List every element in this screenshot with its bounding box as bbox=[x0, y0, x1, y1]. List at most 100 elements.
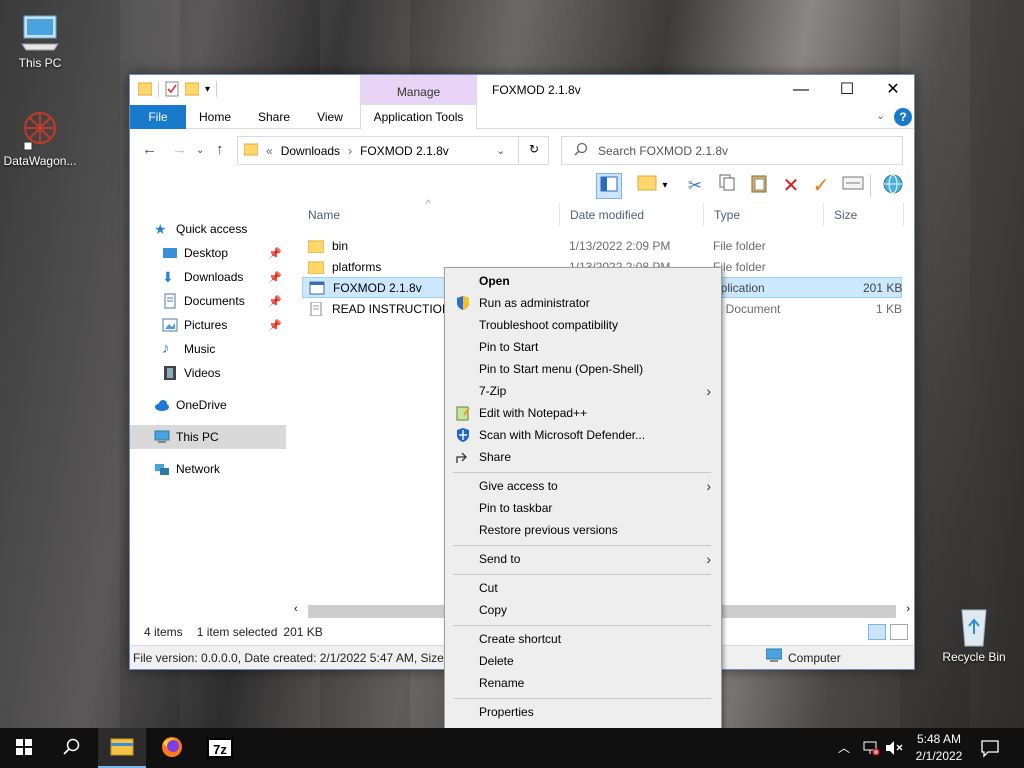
nav-onedrive[interactable]: OneDrive bbox=[130, 393, 286, 417]
clock[interactable]: 5:48 AM 2/1/2022 bbox=[908, 731, 970, 765]
file-row-bin[interactable]: bin 1/13/2022 2:09 PM File folder bbox=[302, 235, 902, 256]
nav-network[interactable]: Network bbox=[130, 457, 286, 481]
scroll-left-icon[interactable]: ‹ bbox=[294, 603, 298, 615]
copy-icon[interactable] bbox=[714, 173, 740, 199]
desktop-icon-datawagon[interactable]: DataWagon... bbox=[0, 108, 80, 168]
address-bar[interactable]: « Downloads › FOXMOD 2.1.8v ⌄ bbox=[237, 136, 549, 165]
nav-downloads[interactable]: ⬇ Downloads 📌 bbox=[130, 265, 286, 289]
back-arrow-icon[interactable]: ← bbox=[142, 141, 157, 158]
breadcrumb-foxmod[interactable]: FOXMOD 2.1.8v bbox=[360, 144, 449, 158]
computer-label: Computer bbox=[788, 651, 841, 665]
pin-icon: 📌 bbox=[268, 319, 282, 332]
new-folder-icon[interactable] bbox=[184, 81, 200, 97]
column-header-type[interactable]: Type bbox=[704, 203, 824, 227]
rename-check-icon[interactable]: ✓ bbox=[808, 173, 834, 199]
recent-locations-chevron-icon[interactable]: ⌄ bbox=[196, 145, 204, 156]
taskbar-file-explorer[interactable] bbox=[98, 728, 146, 768]
menu-item-create-shortcut[interactable]: Create shortcut bbox=[445, 628, 721, 650]
menu-item-share[interactable]: Share bbox=[445, 446, 721, 468]
properties-icon[interactable] bbox=[840, 173, 866, 199]
menu-separator bbox=[453, 625, 711, 626]
menu-separator bbox=[453, 574, 711, 575]
computer-icon bbox=[154, 429, 170, 445]
nav-quick-access[interactable]: ★ Quick access bbox=[130, 217, 286, 241]
menu-item-restore-versions[interactable]: Restore previous versions bbox=[445, 519, 721, 541]
desktop-icon-label: This PC bbox=[18, 56, 62, 70]
volume-muted-icon[interactable] bbox=[884, 739, 904, 760]
large-icons-view-icon[interactable] bbox=[890, 624, 908, 640]
desktop-icon-this-pc[interactable]: This PC bbox=[0, 10, 80, 70]
desktop-icon-recycle-bin[interactable]: Recycle Bin bbox=[934, 604, 1014, 664]
scroll-right-icon[interactable]: › bbox=[906, 603, 910, 615]
menu-item-properties[interactable]: Properties bbox=[445, 701, 721, 723]
tab-application-tools[interactable]: Application Tools bbox=[360, 105, 477, 129]
properties-check-icon[interactable] bbox=[165, 81, 179, 97]
search-input[interactable]: Search FOXMOD 2.1.8v bbox=[561, 136, 903, 165]
column-header-name[interactable]: Name bbox=[298, 203, 560, 227]
menu-item-copy[interactable]: Copy bbox=[445, 599, 721, 621]
paste-icon[interactable] bbox=[746, 173, 772, 199]
action-center-button[interactable] bbox=[980, 738, 1000, 761]
menu-item-scan-defender[interactable]: Scan with Microsoft Defender... bbox=[445, 424, 721, 446]
nav-videos[interactable]: Videos bbox=[130, 361, 286, 385]
menu-item-pin-to-start-open-shell[interactable]: Pin to Start menu (Open-Shell) bbox=[445, 358, 721, 380]
nav-pictures[interactable]: Pictures 📌 bbox=[130, 313, 286, 337]
minimize-button[interactable]: — bbox=[778, 75, 824, 105]
nav-documents[interactable]: Documents 📌 bbox=[130, 289, 286, 313]
menu-separator bbox=[453, 472, 711, 473]
network-tray-icon[interactable] bbox=[862, 739, 880, 760]
taskbar-firefox[interactable] bbox=[148, 728, 196, 768]
taskbar-7zip[interactable]: 7z bbox=[196, 728, 244, 768]
address-overflow[interactable]: « bbox=[266, 144, 273, 158]
folder-icon[interactable] bbox=[137, 81, 153, 97]
maximize-button[interactable]: ☐ bbox=[824, 75, 870, 105]
close-button[interactable]: ✕ bbox=[870, 75, 916, 105]
menu-item-delete[interactable]: Delete bbox=[445, 650, 721, 672]
globe-icon[interactable] bbox=[880, 173, 906, 199]
menu-item-rename[interactable]: Rename bbox=[445, 672, 721, 694]
details-view-icon[interactable] bbox=[868, 624, 886, 640]
column-header-date-modified[interactable]: Date modified bbox=[560, 203, 704, 227]
nav-music[interactable]: ♪ Music bbox=[130, 337, 286, 361]
menu-item-label: Run as administrator bbox=[479, 296, 590, 310]
menu-item-troubleshoot[interactable]: Troubleshoot compatibility bbox=[445, 314, 721, 336]
up-arrow-icon[interactable]: ↑ bbox=[216, 141, 224, 158]
column-header-size[interactable]: Size bbox=[824, 203, 904, 227]
menu-item-send-to[interactable]: Send to › bbox=[445, 548, 721, 570]
start-button[interactable] bbox=[0, 728, 48, 768]
menu-item-pin-to-taskbar[interactable]: Pin to taskbar bbox=[445, 497, 721, 519]
breadcrumb-downloads[interactable]: Downloads bbox=[281, 144, 340, 158]
menu-item-7zip[interactable]: 7-Zip › bbox=[445, 380, 721, 402]
menu-item-edit-notepad[interactable]: Edit with Notepad++ bbox=[445, 402, 721, 424]
forward-arrow-icon[interactable]: → bbox=[172, 141, 187, 158]
refresh-button[interactable]: ↻ bbox=[518, 136, 549, 165]
menu-item-run-as-administrator[interactable]: Run as administrator bbox=[445, 292, 721, 314]
nav-this-pc[interactable]: This PC bbox=[130, 425, 286, 449]
show-hidden-icons-icon[interactable]: ︿ bbox=[838, 739, 850, 756]
menu-item-open[interactable]: Open bbox=[445, 270, 721, 292]
customize-qat-dropdown-icon[interactable]: ▾ bbox=[205, 84, 210, 95]
preview-pane-icon[interactable] bbox=[596, 173, 622, 199]
menu-item-pin-to-start[interactable]: Pin to Start bbox=[445, 336, 721, 358]
address-dropdown-icon[interactable]: ⌄ bbox=[496, 144, 505, 157]
menu-item-give-access[interactable]: Give access to › bbox=[445, 475, 721, 497]
tab-view[interactable]: View bbox=[306, 105, 354, 129]
star-icon: ★ bbox=[154, 221, 167, 237]
delete-icon[interactable]: ✕ bbox=[778, 173, 804, 199]
selected-count: 1 item selected bbox=[196, 625, 278, 639]
search-button[interactable] bbox=[48, 728, 96, 768]
tab-home[interactable]: Home bbox=[190, 105, 240, 129]
text-document-icon bbox=[308, 301, 324, 316]
network-icon bbox=[154, 461, 170, 477]
tab-share[interactable]: Share bbox=[248, 105, 300, 129]
folder-icon bbox=[307, 239, 325, 253]
cut-icon[interactable]: ✂ bbox=[682, 173, 708, 199]
new-folder-dropdown-icon[interactable]: ▾ bbox=[658, 173, 672, 199]
nav-desktop[interactable]: Desktop 📌 bbox=[130, 241, 286, 265]
tab-file[interactable]: File bbox=[130, 105, 186, 129]
menu-item-cut[interactable]: Cut bbox=[445, 577, 721, 599]
help-icon[interactable]: ? bbox=[894, 108, 912, 126]
shield-icon bbox=[455, 295, 471, 311]
new-folder-icon[interactable] bbox=[634, 173, 660, 199]
expand-ribbon-icon[interactable]: ⌄ bbox=[876, 109, 885, 122]
